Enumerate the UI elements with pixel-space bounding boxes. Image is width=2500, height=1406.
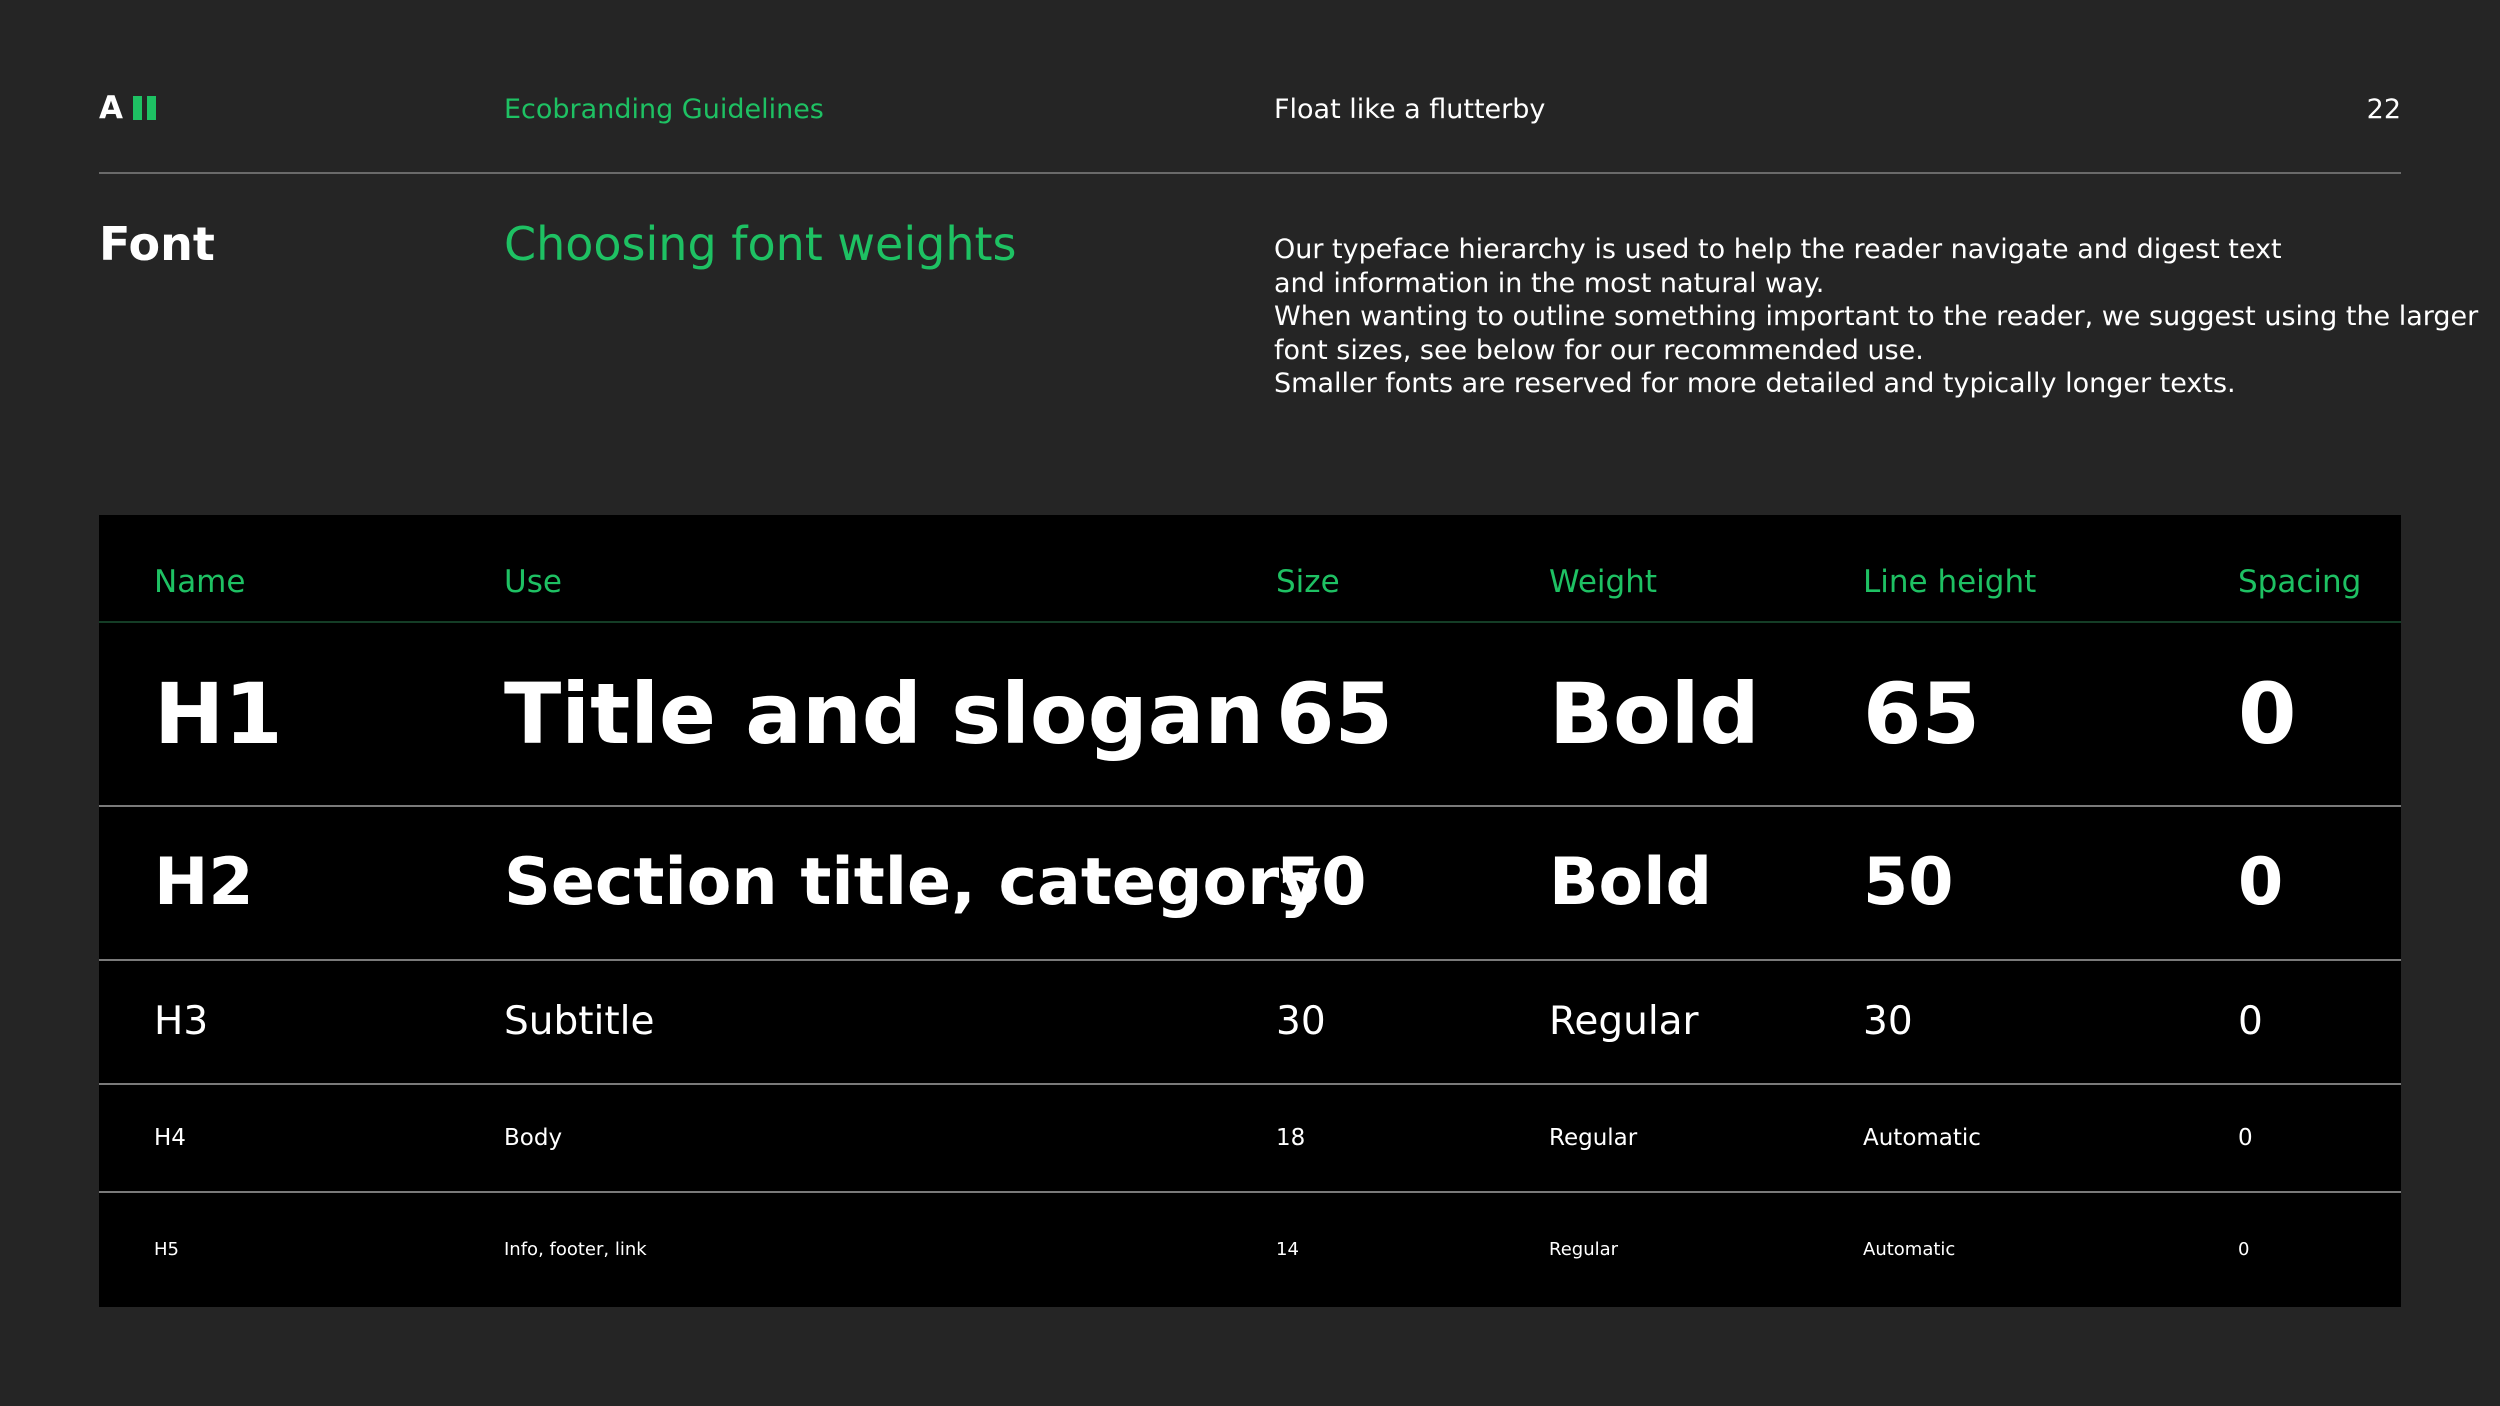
table-header: Name Use Size Weight Line height Spacing — [99, 515, 2401, 623]
cell-weight: Regular — [1549, 1239, 1619, 1260]
cell-size: 18 — [1276, 1125, 1306, 1151]
cell-weight: Bold — [1549, 665, 1760, 763]
cell-size: 30 — [1276, 999, 1326, 1044]
logo-letter: A — [99, 90, 123, 126]
intro-line: Our typeface hierarchy is used to help t… — [1274, 234, 2282, 265]
font-weights-table: Name Use Size Weight Line height Spacing… — [99, 515, 2401, 1307]
cell-name: H2 — [154, 845, 254, 920]
cell-weight: Bold — [1549, 845, 1713, 920]
table-row-h5: H5 Info, footer, link 14 Regular Automat… — [99, 1193, 2401, 1307]
header-divider — [99, 172, 2401, 174]
cell-name: H5 — [154, 1239, 179, 1260]
column-header-line-height: Line height — [1863, 564, 2037, 600]
intro-line: When wanting to outline something import… — [1274, 301, 2479, 332]
intro-text: Our typeface hierarchy is used to help t… — [1274, 233, 2479, 401]
cell-name: H1 — [154, 665, 283, 763]
column-header-weight: Weight — [1549, 564, 1658, 600]
column-header-use: Use — [504, 564, 562, 600]
table-row-h2: H2 Section title, category 50 Bold 50 0 — [99, 807, 2401, 961]
cell-line-height: Automatic — [1863, 1125, 1981, 1151]
cell-spacing: 0 — [2238, 1239, 2250, 1260]
brand-logo: A — [99, 92, 156, 124]
cell-use: Title and slogan — [504, 665, 1265, 763]
cell-spacing: 0 — [2238, 999, 2263, 1044]
column-header-size: Size — [1276, 564, 1340, 600]
cell-spacing: 0 — [2238, 845, 2284, 920]
intro-line: Smaller fonts are reserved for more deta… — [1274, 368, 2236, 399]
cell-spacing: 0 — [2238, 665, 2297, 763]
intro-line: and information in the most natural way. — [1274, 267, 1825, 299]
section-label: Font — [99, 217, 215, 271]
document-name: Ecobranding Guidelines — [504, 94, 824, 125]
cell-line-height: 30 — [1863, 999, 1913, 1044]
cell-size: 50 — [1276, 845, 1367, 920]
tagline: Float like a flutterby — [1274, 94, 1546, 125]
cell-use: Section title, category — [504, 845, 1322, 920]
cell-size: 14 — [1276, 1239, 1299, 1260]
column-header-name: Name — [154, 564, 246, 600]
logo-bars-icon — [133, 96, 156, 120]
cell-name: H4 — [154, 1125, 186, 1151]
cell-weight: Regular — [1549, 1125, 1638, 1151]
table-row-h4: H4 Body 18 Regular Automatic 0 — [99, 1085, 2401, 1193]
section-title: Choosing font weights — [504, 217, 1017, 271]
cell-line-height: Automatic — [1863, 1239, 1956, 1260]
page-number: 22 — [2366, 94, 2401, 125]
cell-line-height: 65 — [1863, 665, 1980, 763]
cell-use: Subtitle — [504, 999, 655, 1044]
cell-line-height: 50 — [1863, 845, 1954, 920]
cell-use: Info, footer, link — [504, 1239, 647, 1260]
intro-line: font sizes, see below for our recommende… — [1274, 334, 1924, 366]
column-header-spacing: Spacing — [2238, 564, 2362, 600]
cell-spacing: 0 — [2238, 1125, 2253, 1151]
table-row-h3: H3 Subtitle 30 Regular 30 0 — [99, 961, 2401, 1085]
cell-weight: Regular — [1549, 999, 1699, 1044]
cell-name: H3 — [154, 999, 209, 1044]
cell-use: Body — [504, 1125, 563, 1151]
table-row-h1: H1 Title and slogan 65 Bold 65 0 — [99, 623, 2401, 807]
cell-size: 65 — [1276, 665, 1393, 763]
